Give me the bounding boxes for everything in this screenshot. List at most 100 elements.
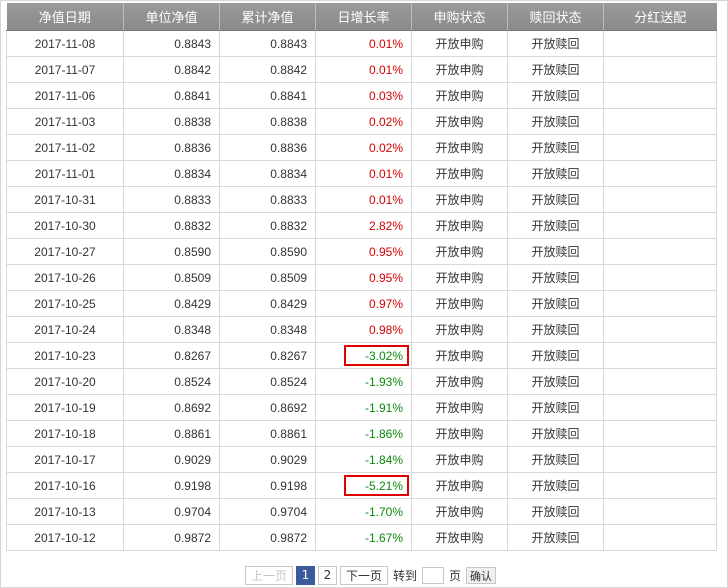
cell-accumulated-nav: 0.8692 [219, 394, 316, 421]
cell-accumulated-nav: 0.8838 [219, 108, 316, 135]
cell-daily-growth: -1.86% [315, 420, 412, 447]
header-accumulated-nav: 累计净值 [219, 3, 316, 31]
cell-unit-nav: 0.8842 [123, 56, 220, 83]
cell-unit-nav: 0.8267 [123, 342, 220, 369]
cell-redeem-status-value: 开放赎回 [531, 479, 580, 493]
cell-daily-growth-value: 0.98% [368, 322, 403, 337]
cell-daily-growth-value: -1.67% [364, 530, 403, 545]
cell-accumulated-nav-value: 0.8348 [270, 322, 307, 337]
cell-dividend [603, 342, 717, 369]
cell-nav-date: 2017-11-01 [6, 160, 124, 187]
cell-nav-date: 2017-10-17 [6, 446, 124, 473]
nav-table-container: 净值日期 单位净值 累计净值 日增长率 申购状态 赎回状态 分红送配 2017-… [6, 3, 717, 551]
cell-unit-nav-value: 0.9029 [174, 452, 211, 467]
cell-redeem-status: 开放赎回 [507, 56, 604, 83]
cell-unit-nav: 0.8861 [123, 420, 220, 447]
cell-purchase-status: 开放申购 [411, 446, 508, 473]
cell-redeem-status: 开放赎回 [507, 134, 604, 161]
cell-daily-growth: 0.01% [315, 160, 412, 187]
cell-dividend [603, 420, 717, 447]
cell-unit-nav-value: 0.8861 [174, 426, 211, 441]
cell-redeem-status: 开放赎回 [507, 160, 604, 187]
cell-daily-growth: 0.01% [315, 30, 412, 57]
cell-accumulated-nav-value: 0.8842 [270, 62, 307, 77]
page-suffix-label: 页 [449, 568, 462, 583]
table-row: 2017-10-30 0.8832 0.8832 2.82% 开放申购 开放赎回 [6, 212, 717, 239]
cell-unit-nav: 0.8348 [123, 316, 220, 343]
cell-purchase-status: 开放申购 [411, 342, 508, 369]
cell-redeem-status: 开放赎回 [507, 446, 604, 473]
table-row: 2017-10-26 0.8509 0.8509 0.95% 开放申购 开放赎回 [6, 264, 717, 291]
cell-accumulated-nav-value: 0.8861 [270, 426, 307, 441]
cell-daily-growth: -5.21% [315, 472, 412, 499]
cell-accumulated-nav: 0.8836 [219, 134, 316, 161]
cell-accumulated-nav-value: 0.9198 [270, 478, 307, 493]
cell-nav-date-value: 2017-10-13 [34, 504, 96, 519]
cell-accumulated-nav-value: 0.9704 [270, 504, 307, 519]
cell-purchase-status: 开放申购 [411, 420, 508, 447]
cell-dividend [603, 82, 717, 109]
cell-purchase-status: 开放申购 [411, 368, 508, 395]
cell-nav-date-value: 2017-10-27 [34, 244, 96, 259]
cell-accumulated-nav-value: 0.8509 [270, 270, 307, 285]
cell-nav-date-value: 2017-11-01 [34, 166, 96, 181]
cell-nav-date: 2017-10-25 [6, 290, 124, 317]
cell-daily-growth: 0.02% [315, 108, 412, 135]
cell-unit-nav-value: 0.8692 [174, 400, 211, 415]
cell-daily-growth-value: -1.93% [364, 374, 403, 389]
cell-purchase-status: 开放申购 [411, 472, 508, 499]
cell-nav-date-value: 2017-10-24 [34, 322, 96, 337]
table-row: 2017-11-02 0.8836 0.8836 0.02% 开放申购 开放赎回 [6, 134, 717, 161]
cell-nav-date-value: 2017-11-02 [34, 140, 96, 155]
cell-unit-nav: 0.9198 [123, 472, 220, 499]
header-nav-date: 净值日期 [6, 3, 124, 31]
cell-unit-nav-value: 0.8590 [174, 244, 211, 259]
cell-purchase-status-value: 开放申购 [435, 115, 484, 129]
cell-redeem-status: 开放赎回 [507, 186, 604, 213]
cell-accumulated-nav: 0.8834 [219, 160, 316, 187]
table-row: 2017-11-07 0.8842 0.8842 0.01% 开放申购 开放赎回 [6, 56, 717, 83]
header-row: 净值日期 单位净值 累计净值 日增长率 申购状态 赎回状态 分红送配 [6, 3, 717, 31]
cell-daily-growth: -1.70% [315, 498, 412, 525]
cell-unit-nav: 0.8841 [123, 82, 220, 109]
cell-nav-date: 2017-11-02 [6, 134, 124, 161]
goto-page-input[interactable] [422, 566, 445, 584]
cell-accumulated-nav: 0.8861 [219, 420, 316, 447]
cell-daily-growth-value: 0.02% [368, 140, 403, 155]
cell-nav-date: 2017-10-16 [6, 472, 124, 499]
cell-unit-nav-value: 0.8509 [174, 270, 211, 285]
cell-accumulated-nav: 0.8267 [219, 342, 316, 369]
cell-purchase-status: 开放申购 [411, 134, 508, 161]
cell-daily-growth: 0.03% [315, 82, 412, 109]
nav-history-table: 净值日期 单位净值 累计净值 日增长率 申购状态 赎回状态 分红送配 2017-… [6, 3, 717, 551]
cell-redeem-status-value: 开放赎回 [531, 427, 580, 441]
cell-nav-date-value: 2017-11-06 [34, 88, 96, 103]
prev-page-button[interactable]: 上一页 [245, 565, 293, 585]
cell-daily-growth-value: -1.70% [364, 504, 403, 519]
cell-unit-nav: 0.8509 [123, 264, 220, 291]
cell-nav-date: 2017-10-27 [6, 238, 124, 265]
cell-redeem-status-value: 开放赎回 [531, 271, 580, 285]
next-page-button[interactable]: 下一页 [340, 565, 388, 585]
page-1-button[interactable]: 1 [296, 565, 315, 585]
cell-purchase-status: 开放申购 [411, 524, 508, 551]
cell-dividend [603, 56, 717, 83]
cell-purchase-status-value: 开放申购 [435, 349, 484, 363]
cell-redeem-status: 开放赎回 [507, 498, 604, 525]
cell-unit-nav: 0.8832 [123, 212, 220, 239]
cell-purchase-status-value: 开放申购 [435, 245, 484, 259]
cell-nav-date-value: 2017-10-19 [34, 400, 96, 415]
cell-dividend [603, 394, 717, 421]
cell-purchase-status-value: 开放申购 [435, 505, 484, 519]
cell-redeem-status-value: 开放赎回 [531, 37, 580, 51]
cell-nav-date-value: 2017-10-16 [34, 478, 96, 493]
cell-redeem-status-value: 开放赎回 [531, 531, 580, 545]
page-2-button[interactable]: 2 [318, 565, 337, 585]
cell-purchase-status-value: 开放申购 [435, 219, 484, 233]
cell-unit-nav-value: 0.8833 [174, 192, 211, 207]
confirm-goto-button[interactable]: 确认 [466, 566, 497, 584]
cell-nav-date-value: 2017-10-17 [34, 452, 96, 467]
cell-accumulated-nav: 0.8832 [219, 212, 316, 239]
cell-daily-growth: 0.98% [315, 316, 412, 343]
table-row: 2017-10-17 0.9029 0.9029 -1.84% 开放申购 开放赎回 [6, 446, 717, 473]
